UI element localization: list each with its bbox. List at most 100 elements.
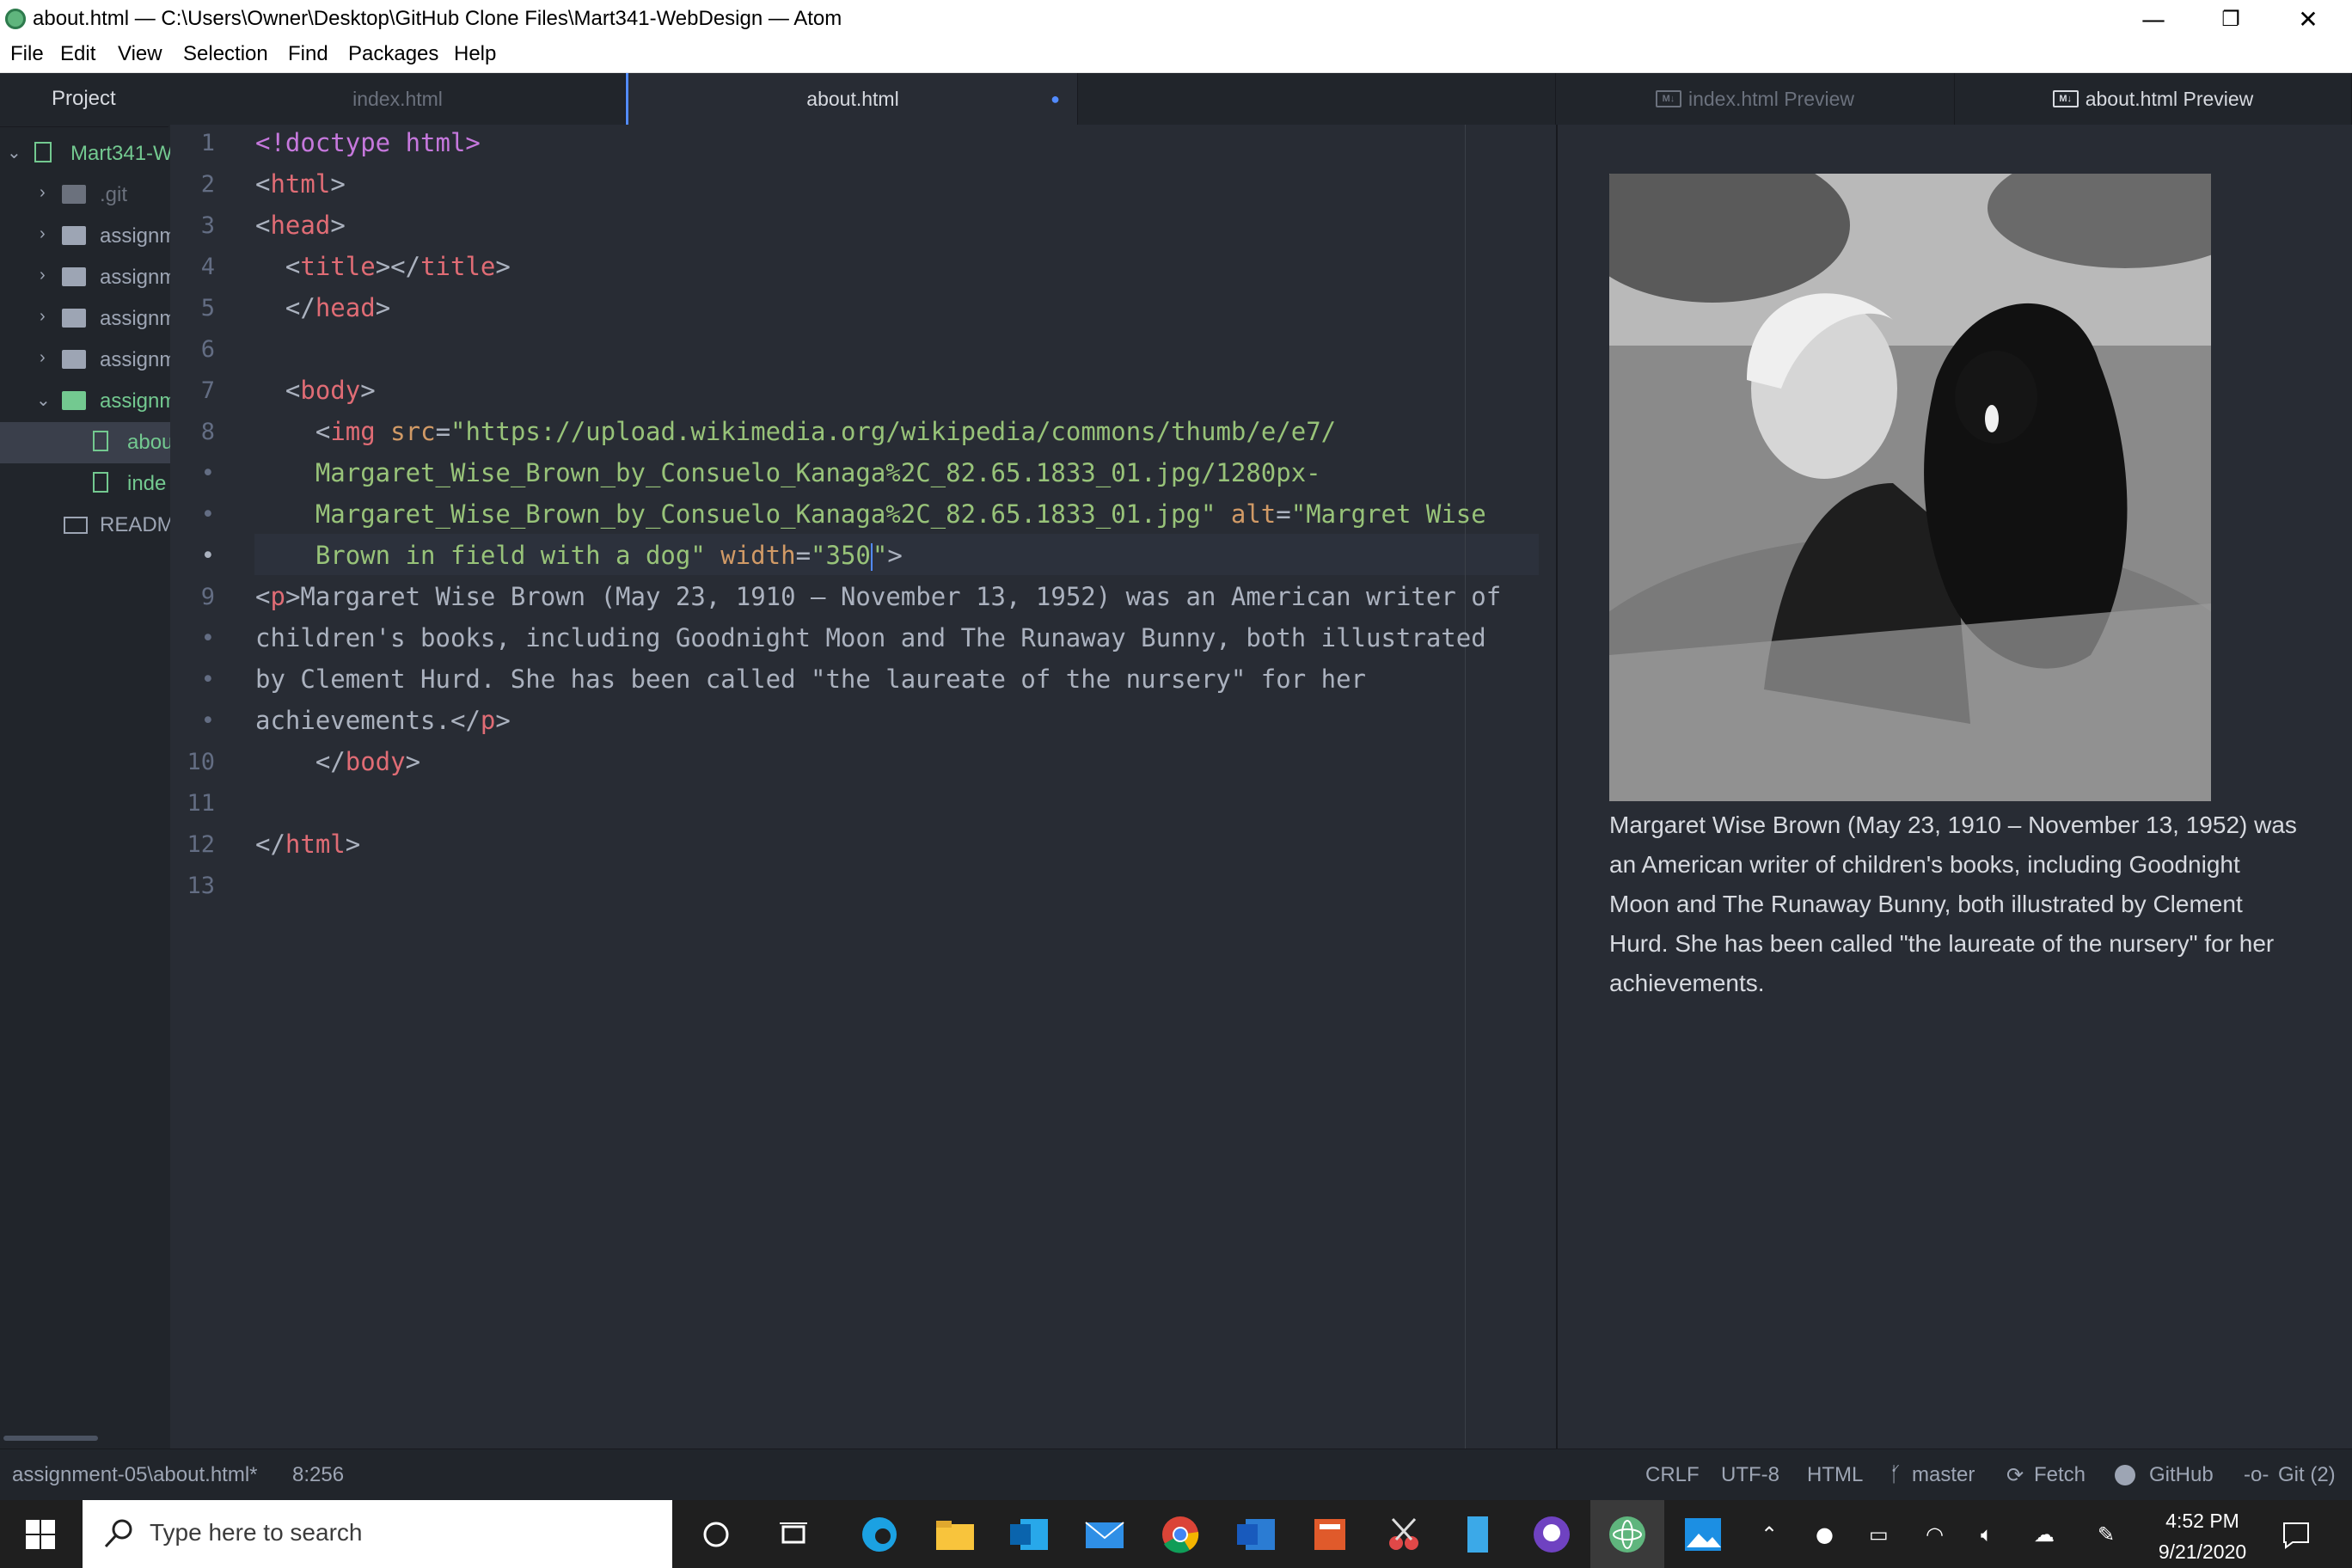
search-placeholder: Type here to search [150, 1519, 363, 1546]
taskbar-app-edge[interactable] [842, 1500, 916, 1568]
menu-view[interactable]: View [118, 42, 162, 66]
wifi-icon[interactable]: ◠ [1926, 1522, 1944, 1547]
status-github[interactable]: GitHub [2149, 1463, 2214, 1487]
modified-dot-icon[interactable]: ● [1050, 90, 1060, 108]
tab-empty-space [1078, 73, 1556, 125]
menu-file[interactable]: File [10, 42, 44, 66]
code-line: <html> [255, 169, 346, 199]
minimize-button[interactable]: — [2115, 0, 2192, 38]
taskbar-app-mail[interactable] [1068, 1500, 1142, 1568]
tab-about-html[interactable]: about.html ● [626, 73, 1078, 125]
tag-token: body [345, 747, 406, 776]
tree-item-folder[interactable]: › assignm [0, 298, 170, 340]
show-hidden-icons-chevron[interactable]: ⌃ [1761, 1522, 1778, 1547]
start-button[interactable] [3, 1500, 77, 1568]
volume-icon[interactable]: 🔈︎ [1981, 1522, 1993, 1547]
taskbar-app-word[interactable] [1219, 1500, 1293, 1568]
menu-help[interactable]: Help [454, 42, 496, 66]
status-encoding[interactable]: UTF-8 [1721, 1463, 1779, 1487]
taskbar-app-atom[interactable] [1590, 1500, 1664, 1568]
antivirus-tray-icon[interactable]: ● [1816, 1522, 1834, 1547]
taskbar-app-calculator[interactable] [1293, 1500, 1367, 1568]
folder-icon [62, 267, 86, 286]
status-git-branch[interactable]: master [1912, 1463, 1975, 1487]
taskbar-app-chrome[interactable] [1143, 1500, 1217, 1568]
folder-icon [62, 226, 86, 245]
status-file-path[interactable]: assignment-05\about.html* [12, 1463, 258, 1487]
tab-about-preview[interactable]: M↓ about.html Preview [1955, 73, 2352, 125]
pen-icon[interactable]: ✎ [2098, 1522, 2115, 1547]
tab-index-html[interactable]: index.html [170, 73, 626, 125]
tree-item-file-about[interactable]: abou [0, 422, 170, 463]
tree-item-git[interactable]: › .git [0, 175, 170, 216]
menu-edit[interactable]: Edit [60, 42, 95, 66]
tree-item-folder[interactable]: › assignm [0, 257, 170, 298]
line-number: 6 [200, 336, 215, 363]
calculator-icon [1314, 1518, 1345, 1550]
tab-label: index.html Preview [1687, 87, 1855, 110]
chevron-down-icon: ⌄ [7, 144, 21, 162]
tree-scrollbar[interactable] [3, 1436, 98, 1441]
line-number: 5 [200, 295, 215, 322]
string-token: " [872, 541, 888, 570]
line-number: 11 [187, 790, 215, 817]
code-editor[interactable]: 1 2 3 4 5 6 7 8 • • • 9 • • • 10 11 12 1… [170, 125, 1556, 1449]
taskbar-app-outlook[interactable] [992, 1500, 1066, 1568]
maximize-button[interactable]: ❐ [2192, 0, 2269, 38]
taskbar-search-box[interactable]: Type here to search [83, 1500, 672, 1568]
notifications-button[interactable] [2259, 1500, 2333, 1568]
tree-item-file-readme[interactable]: READM [0, 505, 170, 546]
chrome-icon [1162, 1516, 1199, 1553]
string-token: "Margret Wise [1290, 499, 1486, 529]
tree-item-label: .git [100, 183, 128, 206]
line-number: 10 [187, 749, 215, 775]
status-line-ending[interactable]: CRLF [1645, 1463, 1700, 1487]
onedrive-error-icon[interactable]: ☁ [2034, 1522, 2055, 1547]
taskbar-app-github-desktop[interactable] [1515, 1500, 1589, 1568]
tag-token: html [270, 169, 331, 199]
tree-item-folder[interactable]: › assignm [0, 340, 170, 381]
tab-index-preview[interactable]: M↓ index.html Preview [1556, 73, 1955, 125]
line-number: 13 [187, 873, 215, 899]
string-token: "https://upload.wikimedia.org/wikipedia/… [450, 417, 1337, 446]
tree-item-file-index[interactable]: inde [0, 463, 170, 505]
close-button[interactable]: ✕ [2269, 0, 2347, 38]
taskbar-app-photos[interactable] [1666, 1500, 1740, 1568]
tree-root[interactable]: ⌄ Mart341-W [0, 133, 170, 175]
taskbar-app-notepad[interactable] [1441, 1500, 1515, 1568]
line-number: • [200, 666, 215, 693]
code-line: </head> [285, 293, 391, 322]
status-grammar[interactable]: HTML [1807, 1463, 1863, 1487]
menu-find[interactable]: Find [288, 42, 328, 66]
code-line: <title></title> [285, 252, 511, 281]
status-git[interactable]: Git (2) [2278, 1463, 2336, 1487]
markdown-preview-pane[interactable]: Margaret Wise Brown (May 23, 1910 – Nove… [1556, 125, 2352, 1449]
menu-packages[interactable]: Packages [348, 42, 438, 66]
line-number: 2 [200, 171, 215, 198]
line-number: 1 [200, 130, 215, 156]
git-commit-icon: -o- [2244, 1463, 2269, 1486]
status-fetch[interactable]: Fetch [2034, 1463, 2086, 1487]
taskbar-app-explorer[interactable] [918, 1500, 992, 1568]
status-cursor-position[interactable]: 8:256 [292, 1463, 344, 1487]
battery-icon[interactable]: ▭ [1869, 1522, 1889, 1547]
text-token: Margaret Wise Brown (May 23, 1910 – Nove… [300, 582, 1502, 611]
line-number-gutter: 1 2 3 4 5 6 7 8 • • • 9 • • • 10 11 12 1… [170, 125, 239, 1449]
tree-item-folder-open[interactable]: ⌄ assignm [0, 381, 170, 422]
taskbar-app-snipping[interactable] [1367, 1500, 1441, 1568]
code-line: <p>Margaret Wise Brown (May 23, 1910 – N… [255, 582, 1502, 611]
tree-item-folder[interactable]: › assignm [0, 216, 170, 257]
line-number: 4 [200, 254, 215, 280]
menu-selection[interactable]: Selection [183, 42, 268, 66]
project-tab[interactable]: Project [0, 73, 168, 127]
task-view-button[interactable] [756, 1500, 830, 1568]
taskbar-clock[interactable]: 4:52 PM 9/21/2020 [2151, 1505, 2254, 1567]
repo-icon [34, 142, 52, 162]
folder-icon [62, 185, 86, 204]
text-token: achievements. [255, 706, 450, 735]
line-number: • [200, 542, 215, 569]
tree-item-label: assignm [100, 348, 170, 371]
line-number: • [200, 625, 215, 652]
string-token: Margaret_Wise_Brown_by_Consuelo_Kanaga%2… [315, 458, 1321, 487]
cortana-button[interactable] [679, 1500, 753, 1568]
